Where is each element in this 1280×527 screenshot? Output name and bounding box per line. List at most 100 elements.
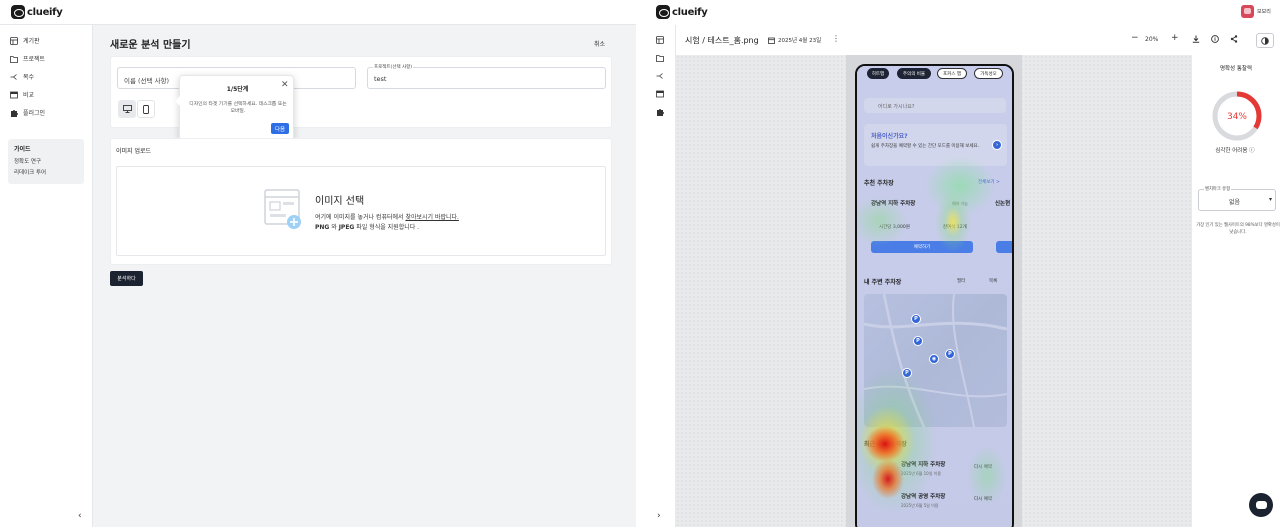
- analyze-button[interactable]: 분석하다: [110, 271, 143, 286]
- user-name[interactable]: 보보리: [1257, 8, 1271, 15]
- clarity-title: 명확성 통찰력: [1219, 66, 1253, 72]
- guide-item-accuracy[interactable]: 정확도 연구: [14, 157, 41, 165]
- image-dropzone[interactable]: 이미지 선택 여기에 이미지를 놓거나 컴퓨터에서 찾아보시기 바랍니다. PN…: [116, 166, 606, 256]
- onboarding-popover: 1/5단계 ✕ 디자인의 타겟 기기를 선택하세요. 데스크톱 또는 모바일. …: [175, 75, 294, 141]
- zoom-out-icon[interactable]: −: [1131, 33, 1139, 43]
- compare-icon[interactable]: [656, 90, 664, 98]
- project-label: 프로젝트(선택 사항): [373, 64, 414, 70]
- chip-focus-map[interactable]: 포커스 맵: [937, 68, 967, 79]
- app-logo[interactable]: clueify: [656, 5, 708, 19]
- folder-icon[interactable]: [656, 54, 664, 62]
- image-upload-icon: [264, 189, 301, 229]
- dashboard-icon[interactable]: [656, 36, 664, 44]
- page-title: 새로운 분석 만들기: [110, 40, 191, 51]
- sidebar-item-plugins[interactable]: 플러그인: [10, 108, 45, 117]
- collapse-sidebar-button[interactable]: ‹: [78, 511, 82, 521]
- phone-rebook-2[interactable]: 다시 예약: [974, 496, 992, 502]
- phone-lot1-price: 시간당 3,000원: [879, 225, 910, 230]
- right-header: clueify 보보리: [645, 0, 1280, 25]
- format-jpeg: JPEG: [338, 224, 355, 231]
- phone-nearby-title: 내 주변 주차장: [864, 279, 902, 286]
- benchmark-select[interactable]: 벤치마크 유형 없음 ▾: [1198, 186, 1276, 211]
- next-button[interactable]: 다음: [271, 123, 289, 134]
- benchmark-note: 가장 인기 있는 웹사이트의 98%보다 명확성이 낮습니다.: [1196, 223, 1280, 235]
- toggle-panel-button[interactable]: [1256, 33, 1274, 48]
- difficulty-text: 심각한 어려움: [1215, 148, 1248, 154]
- desktop-icon: [122, 105, 132, 113]
- phone-recent1-date: 2025년 6월 10일 이용: [901, 471, 942, 476]
- sidebar-item-split[interactable]: 복수: [10, 72, 34, 81]
- phone-lot2-name: 신논현: [995, 201, 1011, 207]
- left-header: clueify: [0, 0, 636, 25]
- app-logo[interactable]: clueify: [11, 5, 63, 19]
- sidebar-item-label: 비교: [23, 92, 35, 99]
- chip-heatmap[interactable]: 히트맵: [867, 68, 889, 79]
- close-icon[interactable]: ✕: [281, 80, 289, 90]
- gauge-score: 34%: [1227, 112, 1247, 122]
- phone-filter: 필터: [957, 279, 966, 284]
- left-sidebar: 계기판 프로젝트 복수 비교 플러그인 가이드 정확도 연구 리데이크 투어 ‹: [0, 25, 93, 527]
- app-name: clueify: [672, 6, 708, 18]
- info-icon[interactable]: [1211, 35, 1219, 46]
- guide-item-tour[interactable]: 리데이크 투어: [14, 168, 46, 176]
- logo-icon: [656, 5, 670, 19]
- map-pin[interactable]: P: [911, 314, 921, 324]
- upload-instructions: 여기에 이미지를 놓거나 컴퓨터에서 찾아보시기 바랍니다.: [315, 212, 459, 221]
- map-pin[interactable]: ◉: [929, 354, 939, 364]
- phone-see-all: 전체보기 >: [978, 180, 1000, 185]
- cancel-button[interactable]: 취소: [594, 39, 605, 48]
- more-options-icon[interactable]: ⋮: [832, 34, 840, 43]
- format-sep: 와: [329, 224, 339, 231]
- analysis-date: 2025년 4월 23일: [768, 36, 821, 44]
- split-icon: [10, 73, 18, 81]
- mobile-device-button[interactable]: [137, 100, 155, 118]
- expand-sidebar-button[interactable]: ›: [657, 511, 661, 521]
- popover-body: 디자인의 타겟 기기를 선택하세요. 데스크톱 또는 모바일.: [189, 102, 287, 114]
- caret-down-icon: ▾: [1269, 196, 1273, 203]
- map-pin[interactable]: P: [913, 336, 923, 346]
- map-pin[interactable]: P: [945, 349, 955, 359]
- chip-attention-ratio[interactable]: 주의의 비율: [897, 68, 931, 79]
- phone-mockup: 히트맵 주의의 비율 포커스 맵 가독성오 어디로 가시나요? 처음이신가요? …: [855, 64, 1014, 527]
- puzzle-icon[interactable]: [656, 108, 664, 116]
- sidebar-item-label: 프로젝트: [23, 56, 46, 63]
- sidebar-item-projects[interactable]: 프로젝트: [10, 54, 45, 63]
- phone-promo-body: 쉽게 주차장을 예약할 수 있는 간단 모드를 이용해 보세요.: [871, 144, 980, 149]
- chat-button[interactable]: [1249, 493, 1273, 517]
- browse-link[interactable]: 찾아보시기 바랍니다.: [405, 214, 459, 221]
- chip-readability[interactable]: 가독성오: [974, 68, 1003, 79]
- heatmap-canvas[interactable]: 히트맵 주의의 비율 포커스 맵 가독성오 어디로 가시나요? 처음이신가요? …: [676, 55, 1192, 527]
- phone-search-bar: 어디로 가시나요?: [864, 98, 1006, 113]
- download-icon[interactable]: [1192, 35, 1200, 46]
- phone-list: 목록: [989, 279, 998, 284]
- desktop-device-button[interactable]: [118, 100, 136, 118]
- breadcrumb[interactable]: 시험 / 테스트_홈.png: [685, 35, 759, 46]
- date-text: 2025년 4월 23일: [778, 38, 822, 44]
- phone-rebook-1[interactable]: 다시 예약: [974, 464, 992, 470]
- sidebar-item-label: 플러그인: [23, 110, 46, 117]
- phone-reserve-button[interactable]: 예약하기: [871, 241, 973, 253]
- mobile-icon: [143, 104, 149, 114]
- avatar[interactable]: [1241, 5, 1254, 18]
- split-icon[interactable]: [656, 72, 664, 80]
- map-pin[interactable]: P: [902, 368, 912, 378]
- sidebar-item-dashboard[interactable]: 계기판: [10, 36, 40, 45]
- zoom-in-icon[interactable]: +: [1171, 33, 1179, 43]
- right-sidebar: ›: [645, 25, 676, 527]
- upload-formats: PNG 와 JPEG 파일 형식을 지원합니다 .: [315, 222, 419, 231]
- dashboard-icon: [10, 36, 18, 45]
- share-icon[interactable]: [1230, 35, 1238, 46]
- sidebar-item-compare[interactable]: 비교: [10, 90, 34, 99]
- left-pane: clueify 계기판 프로젝트 복수 비교 플러그인 가이드 정확도 연구 리…: [0, 0, 636, 527]
- project-input[interactable]: 프로젝트(선택 사항) test: [367, 64, 606, 89]
- phone-recent2-name: 강남역 공영 주차장: [901, 494, 946, 500]
- analysis-toolbar: 시험 / 테스트_홈.png 2025년 4월 23일 ⋮ − 20% +: [676, 25, 1280, 55]
- phone-lot1-tag: 예약 가능: [952, 201, 968, 206]
- calendar-icon: [768, 37, 775, 44]
- guide-section: 가이드 정확도 연구 리데이크 투어: [8, 139, 84, 184]
- app-name: clueify: [27, 6, 63, 18]
- info-icon[interactable]: ⓘ: [1249, 148, 1255, 154]
- phone-map: P P ◉ P P: [864, 294, 1007, 427]
- phone-reserve-button-2[interactable]: [996, 241, 1012, 253]
- benchmark-value: 없음: [1229, 199, 1241, 206]
